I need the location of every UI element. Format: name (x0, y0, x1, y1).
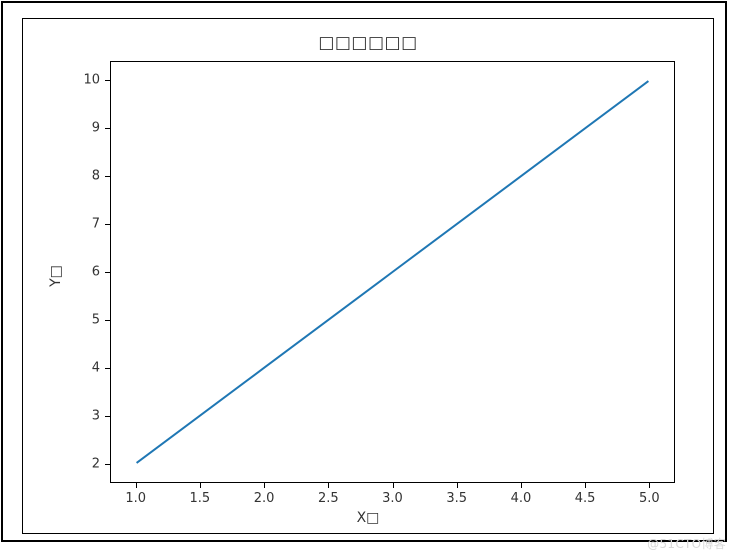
x-tick-label: 5.0 (639, 491, 660, 506)
y-tick-label: 10 (70, 73, 100, 88)
x-tick-mark (457, 483, 458, 488)
x-tick-label: 4.5 (575, 491, 596, 506)
y-tick-label: 8 (70, 169, 100, 184)
x-tick-label: 2.5 (318, 491, 339, 506)
y-axis-label: Y□ (48, 265, 64, 287)
chart-series-line (137, 81, 649, 463)
chart-title: □□□□□□ (23, 33, 713, 53)
y-tick-label: 2 (70, 456, 100, 471)
x-tick-label: 3.0 (382, 491, 403, 506)
x-tick-label: 4.0 (511, 491, 532, 506)
x-tick-mark (200, 483, 201, 488)
x-tick-mark (328, 483, 329, 488)
watermark: @51CTO博客 (647, 535, 726, 552)
plot-area (110, 61, 675, 483)
y-tick-label: 5 (70, 312, 100, 327)
x-tick-mark (585, 483, 586, 488)
chart-line-svg (111, 62, 674, 482)
y-tick-mark (105, 368, 110, 369)
figure-frame: □□□□□□ Y□ X□ 1.0 1.5 2.0 2.5 3.0 3.5 4.0 4.5 5.0… (22, 18, 714, 534)
outer-frame: □□□□□□ Y□ X□ 1.0 1.5 2.0 2.5 3.0 3.5 4.0 4.5 5.0… (1, 1, 727, 542)
y-tick-mark (105, 416, 110, 417)
x-tick-mark (136, 483, 137, 488)
x-tick-mark (264, 483, 265, 488)
y-tick-mark (105, 464, 110, 465)
x-tick-label: 1.0 (125, 491, 146, 506)
y-tick-mark (105, 224, 110, 225)
y-tick-mark (105, 176, 110, 177)
x-tick-label: 2.0 (254, 491, 275, 506)
x-tick-label: 3.5 (446, 491, 467, 506)
y-tick-label: 6 (70, 265, 100, 280)
y-tick-label: 9 (70, 121, 100, 136)
y-tick-mark (105, 272, 110, 273)
y-tick-label: 4 (70, 360, 100, 375)
x-tick-mark (649, 483, 650, 488)
y-tick-label: 3 (70, 408, 100, 423)
x-tick-mark (393, 483, 394, 488)
y-tick-mark (105, 128, 110, 129)
x-axis-label: X□ (23, 510, 713, 526)
y-tick-mark (105, 320, 110, 321)
x-tick-label: 1.5 (190, 491, 211, 506)
y-tick-mark (105, 80, 110, 81)
y-tick-label: 7 (70, 217, 100, 232)
x-tick-mark (521, 483, 522, 488)
